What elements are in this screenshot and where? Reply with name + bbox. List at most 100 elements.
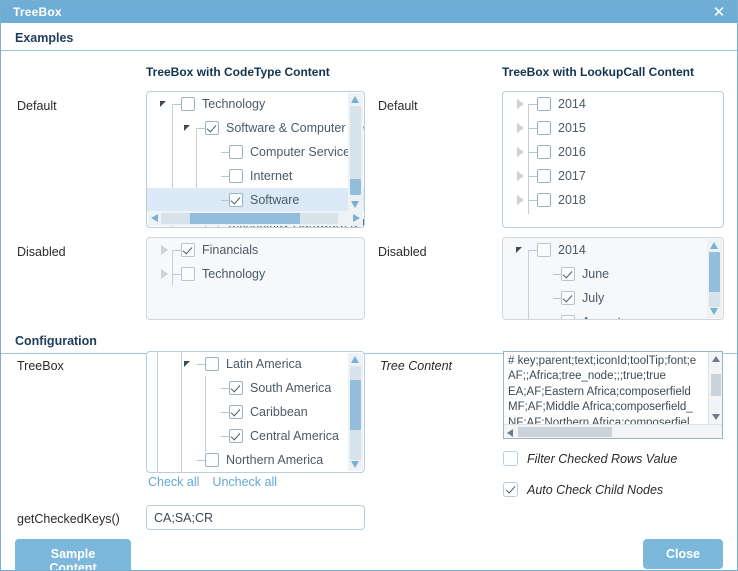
tree-content-textarea[interactable]: # key;parent;text;iconId;toolTip;font;e … [503, 351, 723, 439]
scroll-track[interactable] [350, 106, 361, 179]
textarea-vertical-scrollbar[interactable] [708, 352, 722, 424]
node-checkbox[interactable] [537, 121, 551, 135]
scroll-down-icon[interactable] [708, 306, 721, 317]
node-checkbox[interactable] [181, 97, 195, 111]
vertical-scrollbar[interactable] [348, 93, 363, 211]
close-button[interactable]: Close [643, 539, 723, 569]
treebox-codetype-disabled: Financials Technology [146, 237, 365, 320]
collapse-arrow-icon[interactable] [513, 140, 529, 164]
collapse-arrow-icon[interactable] [513, 116, 529, 140]
collapse-arrow-icon[interactable] [513, 164, 529, 188]
treebox-codetype-default[interactable]: Technology Software & Computer Serv Comp… [146, 91, 365, 228]
node-checkbox[interactable] [229, 193, 243, 207]
node-checkbox[interactable] [205, 121, 219, 135]
filter-checked-rows-checkbox[interactable] [503, 451, 518, 466]
tree-node-label: Computer Services [250, 145, 357, 159]
label-get-checked-keys: getCheckedKeys() [17, 512, 120, 526]
vertical-scrollbar[interactable] [348, 353, 363, 471]
tree-rows: Financials Technology [147, 238, 364, 319]
expand-arrow-icon[interactable] [181, 116, 197, 140]
scroll-up-icon[interactable] [349, 94, 362, 105]
tree-content-line: EA;AF;Eastern Africa;composerfield [508, 385, 691, 398]
node-checkbox[interactable] [205, 453, 219, 467]
node-checkbox[interactable] [229, 381, 243, 395]
expand-arrow-icon[interactable] [181, 352, 197, 376]
scroll-thumb[interactable] [709, 252, 720, 292]
treebox-lookupcall-default[interactable]: 2014 2015 2016 2017 2018 [502, 91, 724, 228]
auto-check-child-nodes-checkbox[interactable] [503, 482, 518, 497]
scroll-thumb[interactable] [711, 374, 721, 396]
leaf-spacer [537, 262, 553, 286]
scroll-thumb[interactable] [518, 427, 612, 437]
leaf-spacer [205, 376, 221, 400]
label-disabled-right: Disabled [378, 245, 427, 259]
node-checkbox[interactable] [205, 357, 219, 371]
tree-node[interactable]: Northern America [147, 448, 348, 472]
tree-node-label: Central America [250, 429, 339, 443]
tree-node-label: June [582, 267, 610, 281]
leaf-spacer [537, 310, 553, 319]
scroll-down-icon[interactable] [349, 459, 362, 470]
tree-node: Financials [147, 238, 364, 262]
window-title: TreeBox [13, 5, 62, 19]
scroll-right-icon[interactable] [351, 212, 362, 225]
sample-content-button[interactable]: Sample Content [15, 539, 131, 570]
check-all-link[interactable]: Check all [148, 475, 199, 489]
collapse-arrow-icon[interactable] [513, 188, 529, 212]
node-checkbox[interactable] [229, 145, 243, 159]
node-checkbox[interactable] [537, 193, 551, 207]
textarea-horizontal-scrollbar[interactable] [504, 424, 722, 438]
tree-node[interactable]: 2018 [503, 188, 723, 212]
node-checkbox [181, 267, 195, 281]
uncheck-all-link[interactable]: Uncheck all [212, 475, 277, 489]
tree-node[interactable]: Central America [147, 424, 348, 448]
tree-node[interactable]: Latin America [147, 352, 348, 376]
node-checkbox[interactable] [537, 97, 551, 111]
get-checked-keys-input[interactable] [146, 505, 365, 530]
tree-node[interactable]: Software & Computer Serv [147, 116, 364, 140]
expand-arrow-icon[interactable] [157, 92, 173, 116]
tree-node[interactable]: 2015 [503, 116, 723, 140]
tree-content-line: MF;AF;Middle Africa;composerfield_ [508, 401, 693, 414]
horizontal-scrollbar[interactable] [148, 211, 363, 226]
tree-node[interactable]: Caribbean [147, 400, 348, 424]
codetype-column-title: TreeBox with CodeType Content [146, 65, 330, 79]
scroll-up-icon[interactable] [712, 356, 720, 362]
collapse-arrow-icon [157, 262, 173, 286]
tree-node[interactable]: Software [147, 188, 364, 212]
collapse-arrow-icon [157, 238, 173, 262]
tree-content-line: # key;parent;text;iconId;toolTip;font;e [508, 355, 697, 367]
vertical-scrollbar[interactable] [707, 239, 722, 318]
tree-node[interactable]: Internet [147, 164, 364, 188]
treebox-configuration[interactable]: Latin America South America Caribbean Ce… [146, 351, 365, 473]
node-checkbox[interactable] [537, 169, 551, 183]
tree-node[interactable]: 2016 [503, 140, 723, 164]
tree-node-label: Technology [202, 267, 266, 281]
node-checkbox[interactable] [229, 429, 243, 443]
leaf-spacer [205, 140, 221, 164]
scroll-down-icon[interactable] [712, 414, 720, 420]
node-checkbox[interactable] [229, 169, 243, 183]
node-checkbox[interactable] [229, 405, 243, 419]
tree-node[interactable]: South America [147, 376, 348, 400]
scroll-left-icon[interactable] [507, 429, 513, 437]
scroll-thumb[interactable] [350, 380, 361, 430]
close-icon[interactable]: ✕ [711, 4, 727, 20]
tree-node[interactable]: Technology [147, 92, 364, 116]
scroll-thumb[interactable] [190, 213, 300, 224]
scroll-up-icon[interactable] [708, 240, 721, 251]
tree-node[interactable]: 2017 [503, 164, 723, 188]
scroll-down-icon[interactable] [349, 199, 362, 210]
tree-connector [173, 249, 181, 251]
auto-check-child-nodes-row[interactable]: Auto Check Child Nodes [503, 482, 663, 497]
scroll-thumb[interactable] [350, 179, 361, 195]
scroll-up-icon[interactable] [349, 354, 362, 365]
filter-checked-rows-row[interactable]: Filter Checked Rows Value [503, 451, 677, 466]
node-checkbox [181, 243, 195, 257]
tree-node-label: Northern America [226, 453, 324, 467]
tree-node[interactable]: 2014 [503, 92, 723, 116]
collapse-arrow-icon[interactable] [513, 92, 529, 116]
scroll-left-icon[interactable] [149, 212, 160, 225]
node-checkbox[interactable] [537, 145, 551, 159]
tree-node[interactable]: Computer Services [147, 140, 364, 164]
